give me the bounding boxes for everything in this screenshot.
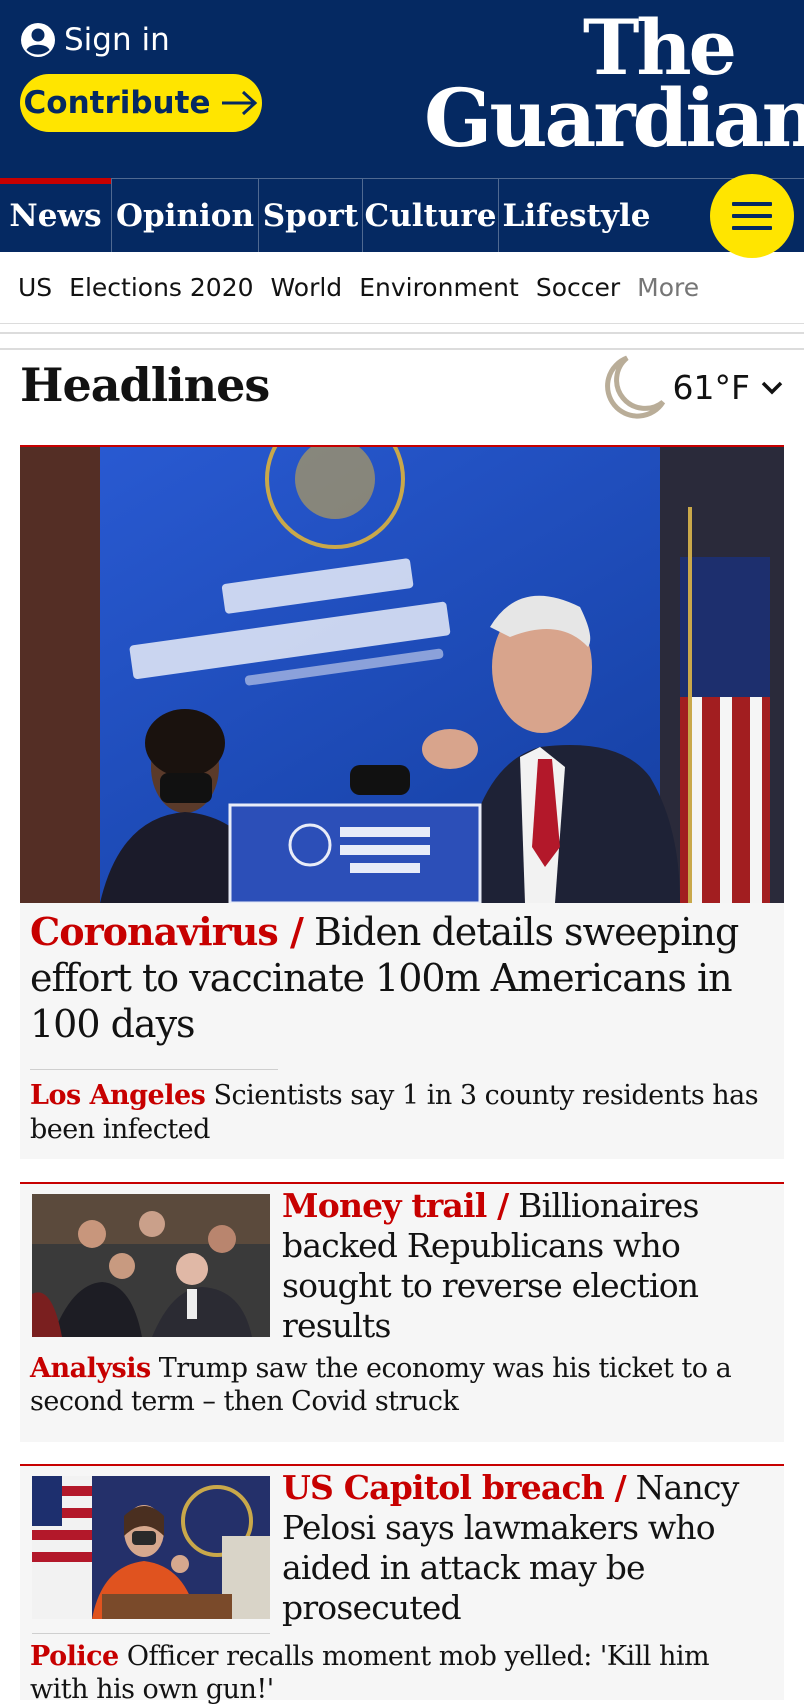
contribute-label: Contribute (23, 85, 211, 121)
story-card[interactable]: US Capitol breach / Nancy Pelosi says la… (20, 1464, 784, 1705)
subnav-more[interactable]: More (637, 273, 699, 302)
guardian-logo[interactable]: The Guardian (424, 9, 804, 158)
weather-temperature: 61°F (672, 367, 750, 407)
lead-story-image (20, 447, 784, 903)
moon-icon (604, 355, 665, 419)
lead-sub-kicker: Los Angeles (30, 1080, 206, 1111)
pillar-culture[interactable]: Culture (363, 179, 499, 252)
divider (0, 348, 804, 350)
pillar-news[interactable]: News (0, 178, 112, 252)
contribute-button[interactable]: Contribute (20, 74, 262, 132)
sign-in-link[interactable]: Sign in (20, 20, 170, 60)
section-title: Headlines (20, 358, 270, 412)
story-kicker: US Capitol breach / (282, 1468, 627, 1507)
pillar-sport[interactable]: Sport (259, 179, 363, 252)
subnav-environment[interactable]: Environment (359, 273, 519, 302)
weather-widget[interactable]: 61°F (597, 352, 784, 422)
subnav-soccer[interactable]: Soccer (536, 273, 620, 302)
subnav-elections[interactable]: Elections 2020 (69, 273, 253, 302)
pillar-opinion[interactable]: Opinion (112, 179, 259, 252)
subnav-world[interactable]: World (271, 273, 343, 302)
story-kicker: Money trail / (282, 1186, 509, 1225)
lead-sublink[interactable]: Los Angeles Scientists say 1 in 3 county… (30, 1079, 774, 1147)
story-sub-kicker: Analysis (30, 1353, 151, 1384)
lead-kicker: Coronavirus / (30, 909, 304, 954)
user-icon (21, 23, 55, 57)
arrow-right-icon (222, 90, 258, 116)
pillar-lifestyle[interactable]: Lifestyle (499, 179, 654, 252)
menu-icon-bar (732, 214, 772, 218)
story-sub-text: Officer recalls moment mob yelled: 'Kill… (30, 1641, 710, 1705)
sub-nav: US Elections 2020 World Environment Socc… (0, 252, 804, 324)
masthead: Sign in Contribute The Guardian (0, 0, 804, 178)
divider (32, 1633, 270, 1634)
subnav-us[interactable]: US (18, 273, 52, 302)
pillar-nav: News Opinion Sport Culture Lifestyle (0, 178, 804, 252)
story-thumbnail (32, 1194, 270, 1337)
chevron-down-icon (761, 381, 783, 395)
story-sublink[interactable]: Police Officer recalls moment mob yelled… (30, 1640, 774, 1706)
menu-icon-bar (732, 226, 772, 230)
divider (0, 332, 804, 334)
story-card[interactable]: Money trail / Billionaires backed Republ… (20, 1182, 784, 1442)
lead-headline[interactable]: Coronavirus / Biden details sweeping eff… (30, 909, 770, 1047)
story-headline[interactable]: US Capitol breach / Nancy Pelosi says la… (282, 1468, 772, 1628)
story-sub-kicker: Police (30, 1641, 119, 1672)
story-sublink[interactable]: Analysis Trump saw the economy was his t… (30, 1352, 774, 1418)
lead-story-card[interactable]: Coronavirus / Biden details sweeping eff… (20, 445, 784, 1159)
menu-icon-bar (732, 202, 772, 206)
sign-in-label: Sign in (64, 22, 170, 58)
menu-button[interactable] (710, 174, 794, 258)
story-headline[interactable]: Money trail / Billionaires backed Republ… (282, 1186, 772, 1346)
logo-line-2: Guardian (424, 71, 804, 166)
story-thumbnail (32, 1476, 270, 1619)
divider (30, 1069, 278, 1070)
